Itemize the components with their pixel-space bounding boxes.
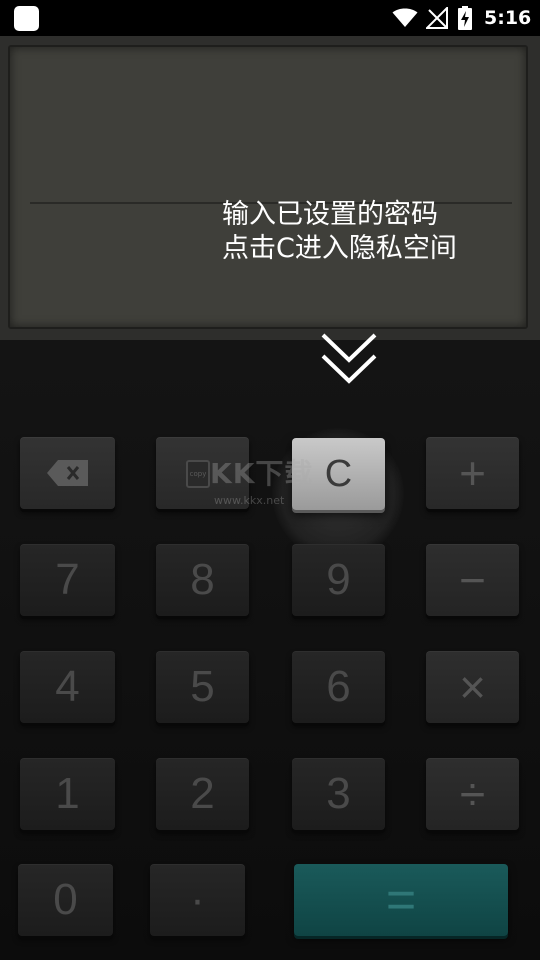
digit-1-button[interactable]: 1 xyxy=(20,758,115,830)
hint-line-2: 点击C进入隐私空间 xyxy=(222,233,457,264)
digit-5-button[interactable]: 5 xyxy=(156,651,249,723)
wifi-icon xyxy=(392,8,418,27)
status-time: 5:16 xyxy=(484,7,532,29)
minus-button[interactable]: − xyxy=(426,544,519,616)
multiply-button[interactable]: × xyxy=(426,651,519,723)
digit-4-button[interactable]: 4 xyxy=(20,651,115,723)
digit-6-button[interactable]: 6 xyxy=(292,651,385,723)
display-region xyxy=(0,36,540,340)
display-panel xyxy=(8,45,528,329)
double-chevron-down-icon xyxy=(321,333,377,384)
calculator-screen: 5:16 C + copy KK下载 www.kkx.net 7 8 9 − 4… xyxy=(0,0,540,960)
digit-7-button[interactable]: 7 xyxy=(20,544,115,616)
backspace-button[interactable] xyxy=(20,437,115,509)
digit-0-button[interactable]: 0 xyxy=(18,864,113,936)
hint-line-1: 输入已设置的密码 xyxy=(222,199,438,230)
clear-button[interactable]: C xyxy=(292,438,385,510)
digit-3-button[interactable]: 3 xyxy=(292,758,385,830)
app-icon xyxy=(14,6,39,31)
digit-8-button[interactable]: 8 xyxy=(156,544,249,616)
backspace-icon xyxy=(46,460,88,486)
plus-button[interactable]: + xyxy=(426,437,519,509)
decimal-point-button[interactable]: · xyxy=(150,864,245,936)
digit-2-button[interactable]: 2 xyxy=(156,758,249,830)
no-signal-icon xyxy=(426,7,448,29)
hint-overlay: 输入已设置的密码 点击C进入隐私空间 xyxy=(222,198,457,266)
status-bar: 5:16 xyxy=(0,0,540,36)
battery-charging-icon xyxy=(458,6,472,30)
digit-9-button[interactable]: 9 xyxy=(292,544,385,616)
copy-icon: copy xyxy=(186,460,210,488)
equals-button[interactable]: = xyxy=(294,864,508,936)
divide-button[interactable]: ÷ xyxy=(426,758,519,830)
